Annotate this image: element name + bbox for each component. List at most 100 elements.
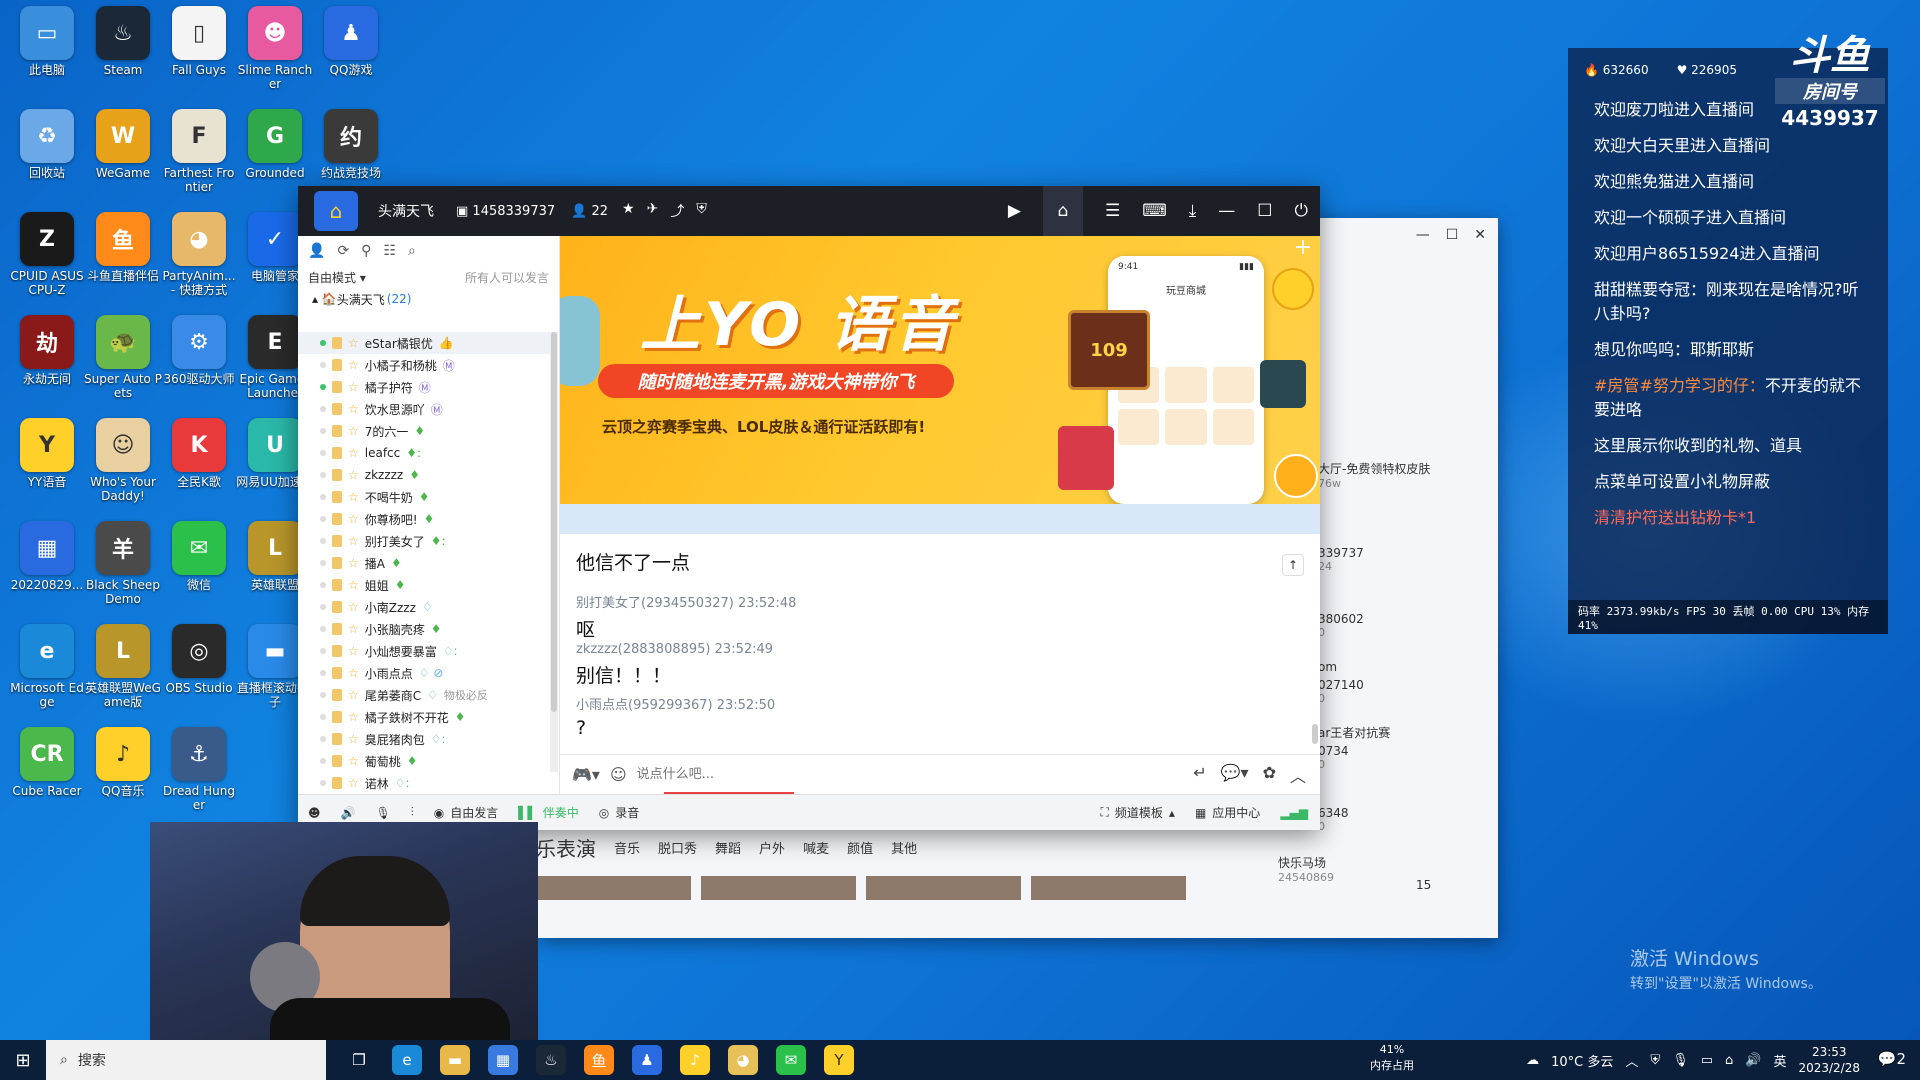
- note-icon[interactable]: ☷: [383, 243, 396, 259]
- taskbar-search[interactable]: ⌕ 搜索: [46, 1040, 326, 1080]
- channel-node[interactable]: ▴ 🏠 头满天飞 (22): [298, 288, 559, 310]
- chat-sender[interactable]: zkzzzz(2883808895): [576, 642, 711, 657]
- gamepad-icon[interactable]: 🎮▾: [572, 765, 600, 784]
- member-row[interactable]: ☆ 你尊杨吧! ♦: [298, 508, 550, 530]
- task-view-icon[interactable]: ❐: [344, 1045, 374, 1075]
- desktop-icon[interactable]: ✉ 微信: [160, 521, 238, 621]
- mode-dropdown[interactable]: 自由模式 ▾: [308, 269, 366, 286]
- member-row[interactable]: ☆ 尾弟萎商C ♢ 物极必反: [298, 684, 550, 706]
- yy-home-logo-icon[interactable]: ⌂: [314, 191, 358, 231]
- minimize-icon[interactable]: —: [1416, 227, 1430, 243]
- member-row[interactable]: ☆ eStar橘银优 👍: [298, 332, 550, 354]
- channel-expand-icon[interactable]: ▴ 🏠: [312, 292, 337, 306]
- member-row[interactable]: ☆ 小张脑壳疼 ♦: [298, 618, 550, 640]
- desktop-icon[interactable]: Y YY语音: [8, 418, 86, 518]
- back-window-item[interactable]: 0734 0: [1318, 744, 1349, 771]
- desktop-icon[interactable]: CR Cube Racer: [8, 727, 86, 827]
- tray-expand-icon[interactable]: ︿: [1625, 1051, 1638, 1070]
- desktop-icon[interactable]: ☺ Who's Your Daddy!: [84, 418, 162, 518]
- desktop-icon[interactable]: ⚓ Dread Hunger: [160, 727, 238, 827]
- windows-start-icon[interactable]: ⊞: [0, 1040, 46, 1080]
- store-icon[interactable]: ▦: [488, 1045, 518, 1075]
- maximize-icon[interactable]: ☐: [1257, 201, 1272, 221]
- yo-voice-banner[interactable]: 上YO 语音 随时随地连麦开黑,游戏大神带你飞 云顶之弈赛季宝典、LOL皮肤＆通…: [560, 236, 1320, 504]
- member-list-scrollbar[interactable]: [550, 332, 558, 772]
- file-explorer-icon[interactable]: ▬: [440, 1045, 470, 1075]
- category-tab[interactable]: 脱口秀: [658, 838, 697, 857]
- accompany-button[interactable]: ▌▌ 伴奏中: [518, 804, 578, 821]
- category-tab[interactable]: 户外: [759, 838, 785, 857]
- qq-music-icon[interactable]: ♪: [680, 1045, 710, 1075]
- network-icon[interactable]: ⌂: [1725, 1053, 1733, 1068]
- member-row[interactable]: ☆ 橘子鉄树不开花 ♦: [298, 706, 550, 728]
- category-tab[interactable]: 颜值: [847, 838, 873, 857]
- chat-scrollbar[interactable]: [1312, 724, 1318, 744]
- qq-game-icon[interactable]: ♟: [632, 1045, 662, 1075]
- weather-text[interactable]: 10°C 多云: [1551, 1051, 1613, 1070]
- star-icon[interactable]: ★: [622, 201, 635, 221]
- back-window-item[interactable]: 快乐马场 24540869: [1278, 854, 1334, 884]
- stream-thumbnail[interactable]: [536, 876, 691, 900]
- desktop-icon[interactable]: ▭ 此电脑: [8, 6, 86, 106]
- desktop-icon[interactable]: 鱼斗鱼直播伴侣: [84, 212, 162, 312]
- emoji-picker-icon[interactable]: ☺: [610, 765, 627, 784]
- close-icon[interactable]: ✕: [1474, 227, 1486, 243]
- desktop-icon[interactable]: ♻ 回收站: [8, 109, 86, 209]
- back-window-item[interactable]: 339737 24: [1318, 546, 1364, 573]
- free-speech-button[interactable]: ◉ 自由发言: [434, 804, 499, 821]
- desktop-icon[interactable]: ♟ QQ游戏: [312, 6, 390, 106]
- member-row[interactable]: ☆ 饮水思源吖 Ⓜ: [298, 398, 550, 420]
- edge-icon[interactable]: e: [392, 1045, 422, 1075]
- back-window-item[interactable]: ar王者对抗赛: [1318, 724, 1390, 741]
- scroll-up-icon[interactable]: ↑: [1282, 554, 1304, 576]
- desktop-icon[interactable]: L 英雄联盟WeGame版: [84, 624, 162, 724]
- douyu-icon[interactable]: 鱼: [584, 1045, 614, 1075]
- desktop-icon[interactable]: W WeGame: [84, 109, 162, 209]
- back-window-item[interactable]: 6348 0: [1318, 806, 1349, 833]
- maximize-icon[interactable]: ☐: [1446, 227, 1459, 243]
- app-center-button[interactable]: ▦ 应用中心: [1195, 804, 1260, 821]
- member-row[interactable]: ☆ 橘子护符 Ⓜ: [298, 376, 550, 398]
- desktop-icon[interactable]: Z CPUID ASUS CPU-Z: [8, 212, 86, 312]
- back-window-item[interactable]: 380602 0: [1318, 612, 1364, 639]
- category-tab[interactable]: 乐表演: [536, 833, 596, 862]
- member-row[interactable]: ☆ 不喝牛奶 ♦: [298, 486, 550, 508]
- stream-thumbnail[interactable]: [1031, 876, 1186, 900]
- member-row[interactable]: ☆ 诺林 ♢:: [298, 772, 550, 794]
- notification-icon[interactable]: 💬2: [1878, 1050, 1906, 1068]
- home-icon[interactable]: ⌂: [1042, 186, 1083, 236]
- add-icon[interactable]: +: [1292, 237, 1314, 260]
- speech-bubble-icon[interactable]: 💬▾: [1221, 763, 1249, 787]
- stream-thumbnail[interactable]: [866, 876, 1021, 900]
- category-tab[interactable]: 其他: [891, 838, 917, 857]
- flower-icon[interactable]: ✿: [1263, 763, 1276, 787]
- weather-icon[interactable]: ☁: [1526, 1053, 1539, 1068]
- category-tab[interactable]: 音乐: [614, 838, 640, 857]
- member-row[interactable]: ☆ leafcc ♦:: [298, 442, 550, 464]
- member-row[interactable]: ☆ 7的六一 ♦: [298, 420, 550, 442]
- desktop-icon[interactable]: F Farthest Frontier: [160, 109, 238, 209]
- download-icon[interactable]: ⤓: [1189, 201, 1197, 221]
- back-window-item[interactable]: 027140 0: [1318, 678, 1364, 705]
- member-list-scroll-thumb[interactable]: [551, 332, 557, 712]
- desktop-icon[interactable]: ♪ QQ音乐: [84, 727, 162, 827]
- chat-sender[interactable]: 别打美女了(2934550327): [576, 596, 734, 611]
- gamepad-icon[interactable]: ⌨: [1142, 201, 1167, 221]
- refresh-icon[interactable]: ⟳: [337, 243, 349, 259]
- member-row[interactable]: ☆ 播A ♦: [298, 552, 550, 574]
- member-row[interactable]: ☆ 姐姐 ♦: [298, 574, 550, 596]
- member-row[interactable]: ☆ 葡萄桃 ♦: [298, 750, 550, 772]
- share-icon[interactable]: ⤴: [670, 201, 684, 221]
- video-icon[interactable]: ▶: [1008, 201, 1021, 221]
- speaker-icon[interactable]: 🔊: [341, 806, 356, 820]
- enter-icon[interactable]: ↵: [1193, 763, 1206, 787]
- clock[interactable]: 23:53 2023/2/28: [1798, 1044, 1860, 1076]
- avatar-icon[interactable]: ☻: [308, 806, 321, 820]
- volume-icon[interactable]: 🔊: [1745, 1053, 1761, 1068]
- desktop-icon[interactable]: ☻ Slime Rancher: [236, 6, 314, 106]
- desktop-icon[interactable]: ◎ OBS Studio: [160, 624, 238, 724]
- collapse-icon[interactable]: ︿: [1290, 763, 1306, 787]
- location-icon[interactable]: ⚲: [361, 243, 371, 259]
- steam-icon[interactable]: ♨: [536, 1045, 566, 1075]
- ime-indicator[interactable]: 英: [1773, 1051, 1786, 1070]
